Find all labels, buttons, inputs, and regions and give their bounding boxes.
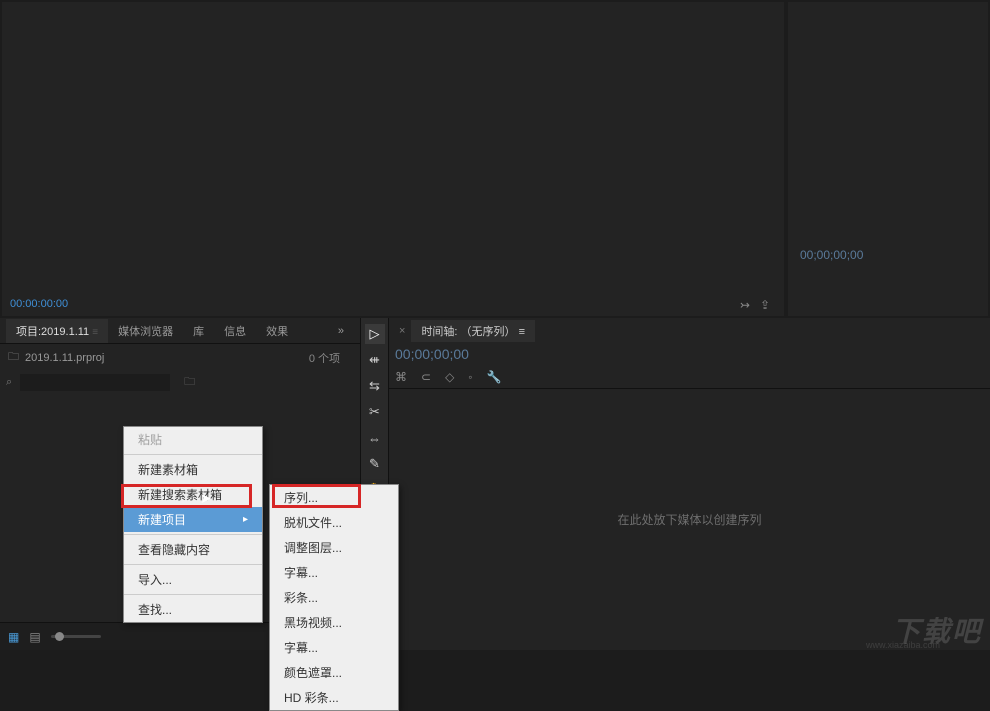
timeline-panel: ×时间轴: （无序列） ≡ 00;00;00;00 ⌘ ⊂ ◇ ◦ 🔧 在此处放… [389, 318, 990, 650]
submenu-title[interactable]: 字幕... [270, 560, 398, 585]
program-monitor-panel: 00;00;00;00 [786, 0, 990, 318]
list-view-icon[interactable]: ▦ [8, 630, 19, 644]
track-select-tool[interactable]: ⇺ [365, 350, 385, 370]
menu-find[interactable]: 查找... [124, 597, 262, 622]
tab-project[interactable]: 项目:2019.1.11 ≡ [6, 319, 108, 343]
selection-tool[interactable]: ▷ [365, 324, 385, 344]
submenu-hd-bars[interactable]: HD 彩条... [270, 685, 398, 710]
submenu-sequence[interactable]: 序列... [270, 485, 398, 510]
markers-icon[interactable]: ◇ [445, 370, 454, 384]
share-icon[interactable]: ⇪ [760, 298, 770, 312]
timeline-drop-area[interactable]: 在此处放下媒体以创建序列 [389, 389, 990, 650]
tab-overflow[interactable]: » [328, 321, 354, 341]
submenu-color-bars[interactable]: 彩条... [270, 585, 398, 610]
settings-icon[interactable]: ◦ [468, 370, 472, 384]
menu-import[interactable]: 导入... [124, 567, 262, 592]
context-menu-main: 粘贴 新建素材箱 新建搜索素材箱 新建项目 查看隐藏内容 导入... 查找... [123, 426, 263, 623]
submenu-offline-file[interactable]: 脱机文件... [270, 510, 398, 535]
menu-paste: 粘贴 [124, 427, 262, 452]
menu-new-search-bin[interactable]: 新建搜索素材箱 [124, 482, 262, 507]
ripple-edit-tool[interactable]: ⇆ [365, 376, 385, 396]
slip-tool[interactable]: ⇔ [365, 428, 385, 448]
tab-library[interactable]: 库 [183, 319, 214, 343]
project-filename: 2019.1.11.prproj [25, 352, 104, 364]
search-input[interactable] [20, 374, 170, 391]
menu-new-bin[interactable]: 新建素材箱 [124, 457, 262, 482]
tab-media-browser[interactable]: 媒体浏览器 [108, 319, 183, 343]
submenu-color-matte[interactable]: 颜色遮罩... [270, 660, 398, 685]
submenu-black-video[interactable]: 黑场视频... [270, 610, 398, 635]
zoom-slider[interactable] [51, 635, 101, 638]
export-frame-icon[interactable]: ↣ [740, 298, 750, 312]
razor-tool[interactable]: ✂ [365, 402, 385, 422]
submenu-adjust-layer[interactable]: 调整图层... [270, 535, 398, 560]
wrench-icon[interactable]: 🔧 [487, 370, 502, 384]
menu-new-item[interactable]: 新建项目 [124, 507, 262, 532]
program-timecode: 00;00;00;00 [800, 248, 863, 262]
submenu-caption[interactable]: 字幕... [270, 635, 398, 660]
tab-effects[interactable]: 效果 [256, 319, 298, 343]
search-icon: ⌕ [6, 376, 12, 389]
tab-info[interactable]: 信息 [214, 319, 256, 343]
pen-tool[interactable]: ✎ [365, 454, 385, 474]
icon-view-icon[interactable]: ▤ [29, 630, 40, 644]
new-bin-icon[interactable]: 🗀 [184, 373, 195, 392]
source-monitor-panel: 00:00:00:00 ↣ ⇪ [0, 0, 786, 318]
item-count: 0 个项 [309, 350, 340, 366]
link-icon[interactable]: ⊂ [421, 370, 431, 384]
timeline-timecode: 00;00;00;00 [389, 344, 990, 366]
context-menu-new-item: 序列... 脱机文件... 调整图层... 字幕... 彩条... 黑场视频..… [269, 484, 399, 711]
timeline-tab-label[interactable]: 时间轴: （无序列） [421, 326, 515, 338]
folder-icon: 🗀 [8, 348, 19, 367]
source-timecode: 00:00:00:00 [10, 298, 68, 310]
snap-icon[interactable]: ⌘ [395, 370, 407, 384]
menu-view-hidden[interactable]: 查看隐藏内容 [124, 537, 262, 562]
